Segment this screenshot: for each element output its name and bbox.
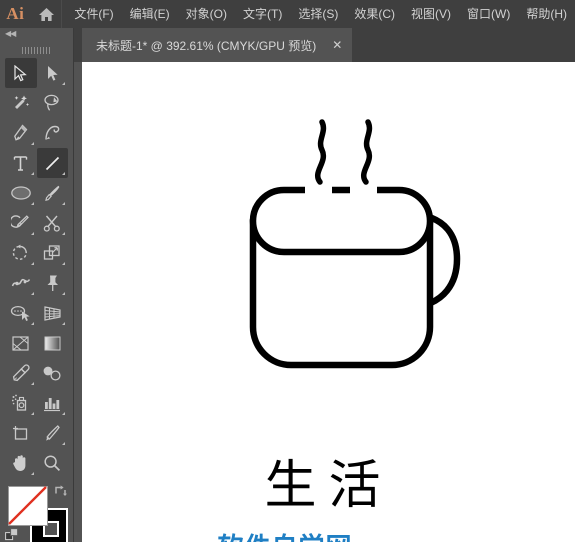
tool-grid (0, 58, 73, 478)
column-graph-tool[interactable] (37, 388, 69, 418)
arrow-filled-icon (47, 65, 58, 81)
blend-tool[interactable] (37, 358, 69, 388)
gradient-tool[interactable] (37, 328, 69, 358)
perspective-grid-tool[interactable] (37, 298, 69, 328)
menu-type[interactable]: 文字(T) (235, 0, 290, 28)
slice-knife-icon (46, 425, 61, 441)
menu-view[interactable]: 视图(V) (403, 0, 459, 28)
scissors-icon (43, 215, 61, 232)
symbol-sprayer-icon (12, 394, 27, 411)
symbol-sprayer-tool[interactable] (5, 388, 37, 418)
artboard-icon (13, 426, 28, 440)
document-tab-bar: 未标题-1* @ 392.61% (CMYK/GPU 预览) ✕ (0, 28, 575, 62)
rotate-tool[interactable] (5, 238, 37, 268)
none-slash-icon (8, 486, 48, 526)
direct-selection-tool[interactable] (37, 58, 69, 88)
artwork-text-label[interactable]: 生活 (82, 460, 575, 512)
type-tool[interactable] (5, 148, 37, 178)
menu-window[interactable]: 窗口(W) (459, 0, 518, 28)
tools-panel: ◀◀ (0, 28, 74, 542)
default-fill-stroke-icon[interactable] (5, 528, 19, 542)
hand-tool[interactable] (5, 448, 37, 478)
menu-edit[interactable]: 编辑(E) (122, 0, 178, 28)
document-tab[interactable]: 未标题-1* @ 392.61% (CMYK/GPU 预览) ✕ (82, 28, 353, 62)
mesh-icon (12, 335, 29, 351)
menu-file[interactable]: 文件(F) (66, 0, 121, 28)
menu-select[interactable]: 选择(S) (290, 0, 346, 28)
width-warp-icon (11, 278, 30, 287)
scissors-tool[interactable] (37, 208, 69, 238)
pen-tool[interactable] (5, 118, 37, 148)
watermark-chinese: 软件自学网 (195, 534, 375, 542)
collapse-panel-icon[interactable]: ◀◀ (5, 29, 16, 38)
fill-swatch[interactable] (8, 486, 48, 526)
line-segment-tool[interactable] (36, 148, 68, 178)
hand-icon (13, 455, 26, 471)
ellipse-tool[interactable] (5, 178, 37, 208)
eyedropper-tool[interactable] (5, 358, 37, 388)
lasso-icon (44, 94, 59, 111)
close-icon[interactable]: ✕ (332, 38, 342, 52)
mesh-tool[interactable] (5, 328, 37, 358)
bar-chart-icon (44, 397, 61, 411)
panel-drag-handle[interactable] (0, 42, 73, 58)
menu-effect[interactable]: 效果(C) (346, 0, 403, 28)
arrow-solid-icon (14, 64, 28, 81)
width-tool[interactable] (5, 268, 37, 298)
document-canvas[interactable]: 生活 软件自学网 WWW.RJZXW.COM (82, 62, 575, 542)
shaper-tool[interactable] (5, 208, 37, 238)
shape-builder-icon (11, 305, 30, 321)
blend-icon (43, 366, 61, 381)
paintbrush-icon (45, 185, 60, 202)
magic-wand-tool[interactable] (5, 88, 37, 118)
ellipse-icon (10, 186, 31, 200)
menu-object[interactable]: 对象(O) (178, 0, 235, 28)
pen-icon (14, 124, 28, 141)
menu-item-list: 文件(F) 编辑(E) 对象(O) 文字(T) 选择(S) 效果(C) 视图(V… (66, 0, 575, 28)
slice-tool[interactable] (37, 418, 69, 448)
rotate-icon (12, 244, 28, 260)
gradient-square-icon (44, 336, 61, 350)
line-diagonal-icon (45, 156, 59, 170)
paintbrush-tool[interactable] (37, 178, 69, 208)
curvature-icon (45, 125, 60, 140)
site-watermark: 软件自学网 WWW.RJZXW.COM (195, 534, 375, 542)
pushpin-icon (47, 275, 58, 291)
free-transform-tool[interactable] (37, 268, 69, 298)
eyedropper-icon (12, 364, 30, 382)
illustrator-window: Ai 文件(F) 编辑(E) 对象(O) 文字(T) 选择(S) 效果(C) 视… (0, 0, 575, 542)
menu-divider (61, 0, 63, 28)
app-logo: Ai (6, 4, 25, 23)
zoom-tool[interactable] (37, 448, 69, 478)
magic-wand-icon (14, 95, 30, 109)
magnifier-icon (44, 455, 61, 472)
curvature-tool[interactable] (37, 118, 69, 148)
shaper-pencil-icon (11, 215, 30, 228)
scale-icon (44, 245, 60, 260)
home-icon[interactable] (31, 7, 62, 22)
artboard-tool[interactable] (5, 418, 37, 448)
tools-panel-header: ◀◀ (0, 28, 73, 42)
fill-stroke-control (0, 482, 73, 542)
selection-tool[interactable] (5, 58, 37, 88)
scale-tool[interactable] (37, 238, 69, 268)
lasso-tool[interactable] (37, 88, 69, 118)
shape-builder-tool[interactable] (5, 298, 37, 328)
document-tab-title: 未标题-1* @ 392.61% (CMYK/GPU 预览) (96, 38, 317, 53)
perspective-grid-icon (44, 305, 61, 321)
menu-help[interactable]: 帮助(H) (518, 0, 575, 28)
swap-fill-stroke-icon[interactable] (54, 484, 67, 497)
type-t-icon (14, 155, 28, 171)
menu-bar: Ai 文件(F) 编辑(E) 对象(O) 文字(T) 选择(S) 效果(C) 视… (0, 0, 575, 28)
